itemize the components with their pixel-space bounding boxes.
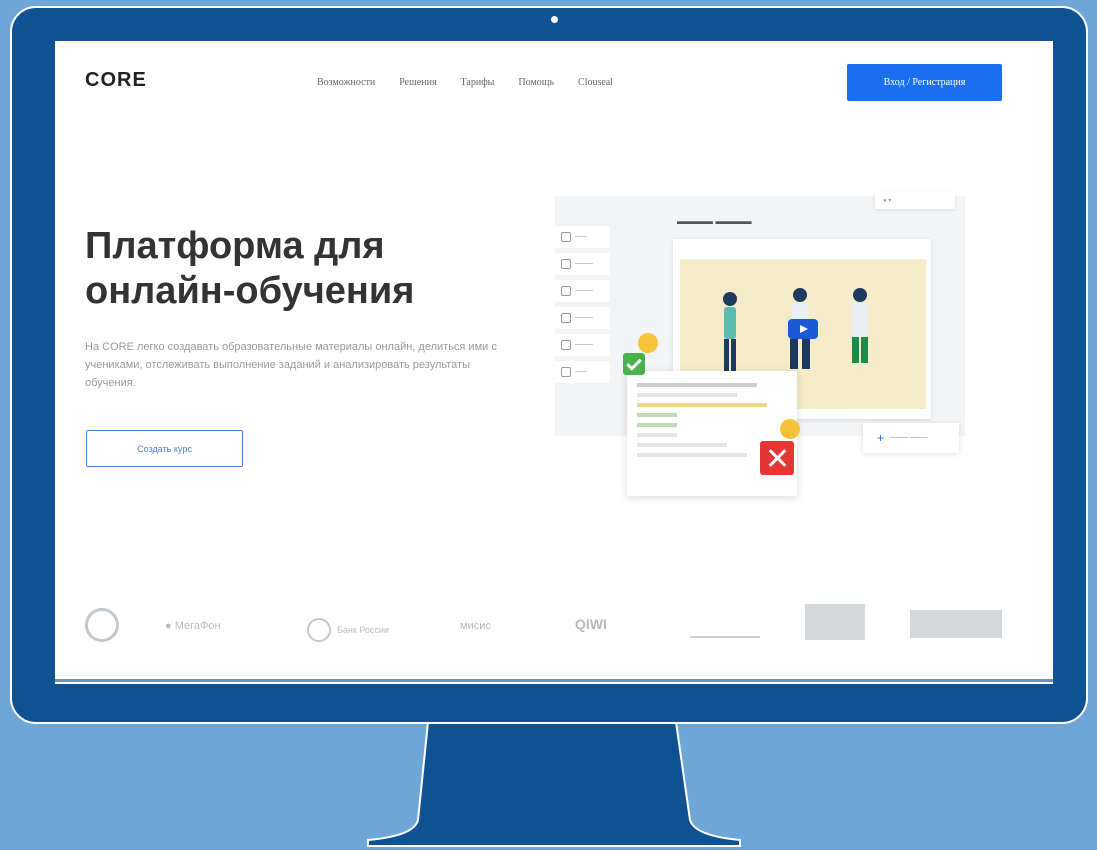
settings-icon <box>561 340 571 350</box>
logo[interactable]: CORE <box>85 69 147 92</box>
add-block-button[interactable]: + ——— ——— <box>863 423 959 453</box>
lesson-title-placeholder: ▬▬▬▬ ▬▬▬▬ <box>677 216 752 226</box>
partner-qiwi-label: QIWI <box>575 616 607 632</box>
partner-logo-rosatom <box>85 608 119 642</box>
hero-title-line1: Платформа для <box>85 225 385 267</box>
hero-title-line2: онлайн-обучения <box>85 270 415 312</box>
quiz-answer-correct <box>637 413 677 417</box>
app-sidebar-item: ——— <box>555 280 610 302</box>
partner-logo-box <box>805 604 865 640</box>
app-preview-sidebar: —— ——— ——— ——— ——— —— <box>555 226 615 436</box>
app-sidebar-item: ——— <box>555 253 610 275</box>
monitor-camera-icon <box>551 16 558 23</box>
app-sidebar-item: —— <box>555 226 610 248</box>
nav-item-help[interactable]: Помощь <box>518 77 554 88</box>
app-sidebar-item: —— <box>555 361 610 383</box>
partner-logo-megafon: ● МегаФон <box>165 620 221 632</box>
play-icon[interactable] <box>788 319 818 339</box>
megafon-icon: ● <box>165 620 172 632</box>
emoji-icon <box>638 333 658 353</box>
app-sidebar-item: ——— <box>555 334 610 356</box>
partner-cbr-label: Банк России <box>337 625 389 635</box>
close-icon <box>760 441 794 475</box>
create-course-button[interactable]: Создать курс <box>86 430 243 467</box>
quiz-card <box>627 371 797 496</box>
partner-logo-cbr: Банк России <box>307 618 389 642</box>
hero-description: На CORE легко создавать образовательные … <box>85 341 497 389</box>
partner-megafon-label: МегаФон <box>174 620 221 632</box>
text-icon <box>561 232 571 242</box>
login-register-button[interactable]: Вход / Регистрация <box>847 64 1002 101</box>
hero-title: Платформа для онлайн-обучения <box>85 224 414 314</box>
quiz-question-placeholder <box>637 383 757 387</box>
partner-logo-misis: мисис <box>460 620 491 632</box>
plus-icon: + <box>877 431 885 445</box>
partner-logo-qiwi: QIWI <box>575 616 607 632</box>
quiz-answer-highlight <box>637 403 767 407</box>
top-nav: Возможности Решения Тарифы Помощь Сlouse… <box>317 77 613 88</box>
user-icon: ● ▾ <box>883 197 892 204</box>
nav-item-pricing[interactable]: Тарифы <box>461 77 495 88</box>
quiz-line <box>637 443 727 447</box>
partner-misis-label: мисис <box>460 620 491 632</box>
check-icon <box>623 353 645 375</box>
image-icon <box>561 286 571 296</box>
screen-bottom-edge <box>55 679 1053 682</box>
nav-item-features[interactable]: Возможности <box>317 77 375 88</box>
choice-icon <box>561 259 571 269</box>
partner-logos: ● МегаФон Банк России мисис QIWI <box>55 596 1053 656</box>
nav-item-solutions[interactable]: Решения <box>399 77 436 88</box>
file-icon <box>561 313 571 323</box>
quiz-answer-correct <box>637 423 677 427</box>
app-sidebar-item: ——— <box>555 307 610 329</box>
quiz-line <box>637 453 747 457</box>
add-block-label-placeholder: ——— ——— <box>890 435 928 441</box>
account-widget: ● ▾ <box>875 191 955 209</box>
cbr-emblem-icon <box>307 618 331 642</box>
video-icon <box>561 367 571 377</box>
emoji-icon <box>780 419 800 439</box>
nav-item-classroom[interactable]: Сlouseal <box>578 77 613 88</box>
partner-logo-banner <box>910 610 1002 638</box>
browser-screen: CORE Возможности Решения Тарифы Помощь С… <box>55 41 1053 684</box>
partner-logo-university <box>690 620 760 638</box>
quiz-line <box>637 393 737 397</box>
quiz-answer <box>637 433 677 437</box>
